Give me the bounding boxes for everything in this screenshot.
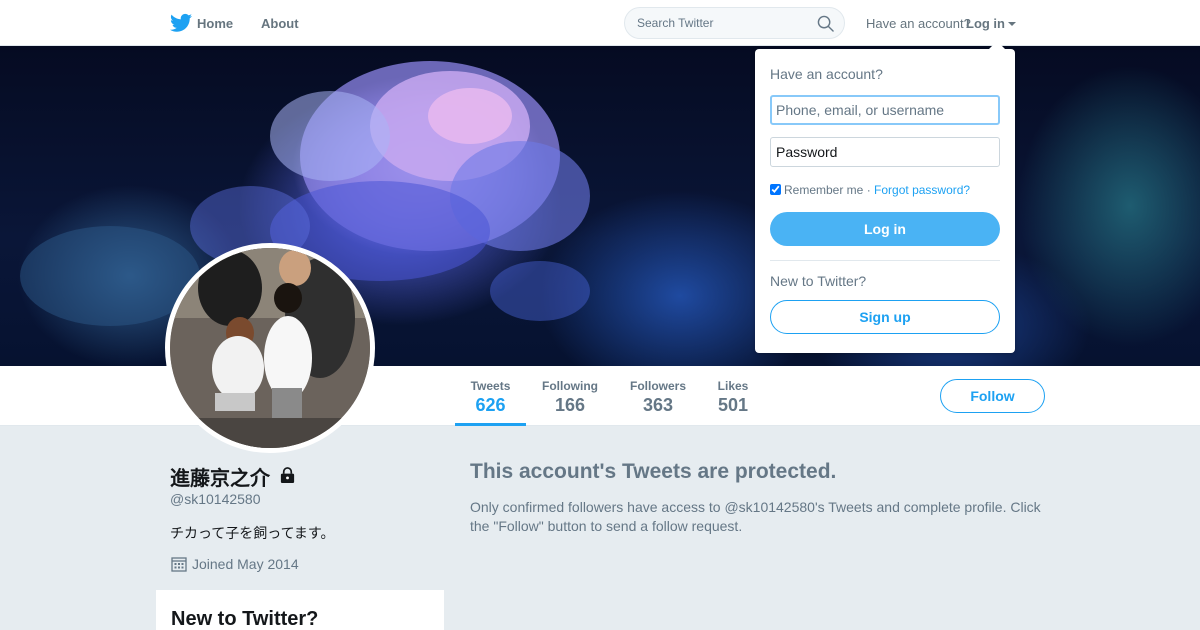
protected-body: Only confirmed followers have access to … [470, 499, 1041, 534]
remember-me-label[interactable]: Remember me [784, 183, 863, 197]
stat-followers[interactable]: Followers 363 [621, 366, 695, 426]
calendar-icon [171, 557, 187, 572]
dropdown-caret [989, 41, 1005, 49]
stat-label: Following [542, 379, 598, 393]
stat-label: Tweets [470, 379, 511, 393]
twitter-bird-icon[interactable] [170, 13, 192, 33]
profile-bio: チカって子を飼ってます。 [170, 526, 335, 542]
forgot-password-link[interactable]: Forgot password? [874, 183, 970, 197]
profile-handle[interactable]: @sk10142580 [170, 491, 261, 507]
username-input[interactable] [770, 95, 1000, 125]
profile-name: 進藤京之介 [170, 466, 270, 490]
separator: · [866, 183, 871, 197]
stat-label: Likes [717, 379, 749, 393]
remember-me-checkbox[interactable] [770, 184, 781, 195]
login-dropdown-toggle[interactable]: Log in [966, 16, 1016, 31]
top-nav: Home About Have an account? Log in [0, 0, 1200, 46]
search-icon[interactable] [817, 15, 834, 32]
follow-button[interactable]: Follow [940, 379, 1045, 413]
nav-home-link[interactable]: Home [197, 16, 233, 31]
login-button[interactable]: Log in [770, 212, 1000, 246]
joined-date: Joined May 2014 [192, 556, 299, 572]
protected-title: This account's Tweets are protected. [470, 460, 837, 483]
nav-about-link[interactable]: About [261, 16, 299, 31]
new-to-twitter-text: New to Twitter? [770, 273, 867, 289]
stat-following[interactable]: Following 166 [532, 366, 608, 426]
stat-tweets[interactable]: Tweets 626 [455, 366, 526, 426]
stat-value: 166 [554, 395, 586, 415]
signup-button[interactable]: Sign up [770, 300, 1000, 334]
signup-card-title: New to Twitter? [171, 608, 319, 630]
signup-card: New to Twitter? [156, 590, 444, 630]
search-input[interactable] [626, 9, 811, 37]
stat-likes[interactable]: Likes 501 [708, 366, 758, 426]
caret-down-icon [1008, 22, 1016, 26]
search-box [624, 7, 845, 39]
lock-icon [280, 467, 295, 484]
avatar-photo [170, 248, 370, 448]
stat-value: 363 [642, 395, 674, 415]
login-dropdown: Have an account? Remember me · Forgot pa… [755, 49, 1015, 353]
divider [770, 260, 1000, 261]
login-dropdown-title: Have an account? [770, 66, 883, 82]
login-toggle-label: Log in [966, 16, 1005, 31]
stat-label: Followers [629, 379, 686, 393]
password-input[interactable] [770, 137, 1000, 167]
have-account-text: Have an account? [866, 16, 971, 31]
stat-value: 626 [475, 395, 506, 415]
profile-avatar[interactable] [165, 243, 375, 453]
stat-value: 501 [717, 395, 749, 415]
remember-me-row: Remember me · Forgot password? [770, 183, 970, 197]
